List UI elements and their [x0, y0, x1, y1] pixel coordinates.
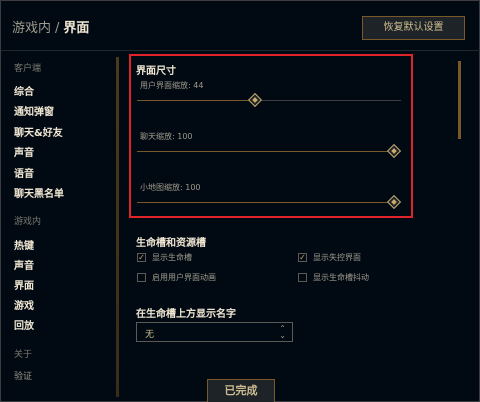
- checkbox-show-cc-ui[interactable]: ✓: [298, 253, 307, 262]
- checkbox-ui-animations[interactable]: [137, 273, 146, 282]
- content-scrollbar[interactable]: [458, 61, 461, 139]
- sidebar-item-general[interactable]: 综合: [14, 83, 34, 98]
- settings-sidebar: 客户端 综合 通知弹窗 聊天&好友 声音 语音 聊天黑名单 游戏内 热键 声音 …: [1, 51, 113, 402]
- sidebar-item-hotkeys[interactable]: 热键: [14, 237, 34, 252]
- sidebar-section-client: 客户端: [14, 64, 42, 74]
- sidebar-item-client-sound[interactable]: 声音: [14, 144, 34, 159]
- sidebar-item-voice[interactable]: 语音: [14, 165, 34, 180]
- breadcrumb-current: 界面: [63, 21, 90, 36]
- health-bars-title: 生命槽和资源槽: [136, 238, 206, 249]
- settings-header: 游戏内 / 界面 恢复默认设置: [1, 1, 480, 51]
- ui-size-highlight-box: [129, 54, 413, 218]
- checkbox-label: 显示生命槽抖动: [313, 273, 369, 282]
- sidebar-item-replays[interactable]: 回放: [14, 317, 34, 332]
- sidebar-item-chat-blocklist[interactable]: 聊天黑名单: [14, 185, 64, 200]
- sidebar-section-about: 关于: [14, 350, 33, 360]
- checkbox-row-show-health-bars[interactable]: ✓ 显示生命槽: [137, 252, 192, 263]
- checkbox-label: 显示失控界面: [313, 253, 361, 262]
- names-dropdown[interactable]: 无 ⌃ ⌄: [136, 322, 293, 342]
- sidebar-item-verify[interactable]: 验证: [14, 369, 32, 382]
- checkbox-show-health-bars[interactable]: ✓: [137, 253, 146, 262]
- checkbox-row-health-bar-shake[interactable]: 显示生命槽抖动: [298, 272, 369, 283]
- sidebar-divider: [116, 57, 119, 397]
- sidebar-item-chat-friends[interactable]: 聊天&好友: [14, 124, 63, 139]
- checkbox-label: 启用用户界面动画: [152, 273, 216, 282]
- restore-defaults-button[interactable]: 恢复默认设置: [362, 16, 465, 40]
- checkbox-row-show-cc-ui[interactable]: ✓ 显示失控界面: [298, 252, 361, 263]
- sidebar-item-ingame-sound[interactable]: 声音: [14, 257, 34, 272]
- up-down-chevron-icon: ⌃ ⌄: [279, 324, 286, 340]
- sidebar-item-interface[interactable]: 界面: [14, 277, 34, 292]
- checkbox-health-bar-shake[interactable]: [298, 273, 307, 282]
- checkbox-label: 显示生命槽: [152, 253, 192, 262]
- sidebar-item-game[interactable]: 游戏: [14, 297, 34, 312]
- names-title: 在生命槽上方显示名字: [136, 309, 236, 320]
- done-button[interactable]: 已完成: [207, 379, 275, 402]
- settings-window: 游戏内 / 界面 恢复默认设置 客户端 综合 通知弹窗 聊天&好友 声音 语音 聊天…: [0, 0, 480, 402]
- sidebar-item-notifications[interactable]: 通知弹窗: [14, 103, 54, 118]
- checkbox-row-ui-animations[interactable]: 启用用户界面动画: [137, 272, 216, 283]
- breadcrumb-parent: 游戏内: [12, 21, 52, 36]
- breadcrumb: 游戏内 / 界面: [12, 17, 89, 36]
- names-dropdown-value: 无: [145, 330, 155, 340]
- breadcrumb-separator: /: [55, 21, 60, 36]
- sidebar-section-ingame: 游戏内: [14, 217, 42, 227]
